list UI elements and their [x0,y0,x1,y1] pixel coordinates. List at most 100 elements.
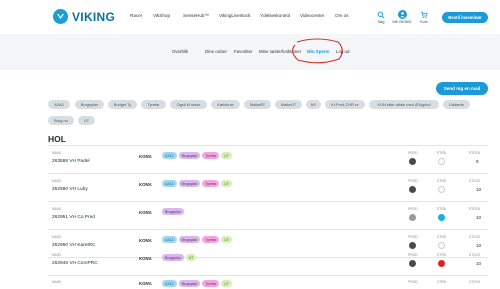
cart-button[interactable]: Kurv [414,10,434,24]
tag-blue: A2A2 [162,280,177,287]
filter-chip[interactable]: MalkeUT [275,100,302,109]
bull-name[interactable]: 262946 VH ComPRC [52,261,98,266]
tag-purple: Brugsplan [178,280,201,287]
tag-list: A2A2 Brugsplan Tyrefar UT [162,180,232,187]
tag-blue: A2A2 [162,180,177,187]
search-icon [377,10,386,19]
divider [48,275,488,276]
tag-purple: Brugsplan [162,208,184,215]
stock-value: 10 [476,215,482,220]
table-row[interactable]: NAVN 262951 VH Co.Pred KONV. Brugsplan P… [48,204,488,228]
mit-viking-button[interactable]: Mit VIKING [392,10,412,24]
tag-blue: A2A2 [162,236,177,243]
stra-status-dot [438,186,445,193]
filter-chip[interactable]: MalkeBT [244,100,271,109]
bull-name[interactable]: 263588 VH Padel [52,159,90,164]
stra-column-label: STRÅ [437,179,446,183]
name-column-label: NAVN [52,179,61,183]
stra-status-dot [438,214,445,221]
nav-item-vikinglivestock[interactable]: VikingLivestock [219,13,251,18]
subnav-favoritter[interactable]: Favoritter [234,49,253,54]
top-header: VIKING Racer VikShop SenseHub™ VikingLiv… [0,0,500,34]
name-column-label: NAVN [52,280,61,284]
tag-green: UT [185,254,197,261]
filter-chip[interactable]: Tyrefar [141,100,166,109]
table-row[interactable]: NAVN 263588 VH Padel KONV. A2A2 Brugsplan… [48,148,488,172]
tag-purple: Brugsplan [178,152,201,159]
filter-chip[interactable]: Kr.Prod-CHR-nr [325,100,365,109]
nav-item-vikshop[interactable]: VikShop [153,13,170,18]
divider [48,173,488,174]
tag-green: UT [221,180,232,187]
stock-column-label: STOCK [469,280,481,284]
konv-label: KONV. [139,256,153,261]
filter-chip[interactable]: Ogsö til rasse [170,100,207,109]
filter-chip[interactable]: Brug nu [48,116,74,125]
filter-chip[interactable]: KUN efter aftale med Ældgrind [369,100,439,109]
table-row[interactable]: NAVN KONV. A2A2 Brugsplan Tyrefar UT PROD S… [48,277,488,289]
logo-text: VIKING [72,9,116,24]
konv-label: KONV. [139,238,153,243]
stra-status-dot [438,260,445,267]
nav-item-racer[interactable]: Racer [130,13,142,18]
stock-value: 10 [476,243,482,248]
tag-list: Brugsplan UT [162,254,197,261]
stock-value: 10 [476,261,482,266]
filter-chip[interactable]: Budget Ty [108,100,137,109]
nav-item-om-os[interactable]: Om os [335,13,349,18]
bull-name[interactable]: 262960 VH KarelRC [52,243,95,248]
stock-column-label: STOCK [469,151,481,155]
subnav-overblik[interactable]: Overblik [172,49,188,54]
order-inseminator-button[interactable]: Bestil inseminør [442,12,488,23]
stock-value: 8 [476,159,479,164]
search-button[interactable]: Søg [371,10,391,24]
user-icon [397,10,407,19]
stra-column-label: STRÅ [437,151,446,155]
tag-blue: A2A2 [162,152,177,159]
filter-chip[interactable]: Uddæde [443,100,470,109]
tag-green: UT [221,280,232,287]
subnav-dine-ordrer[interactable]: Dine ordrer [205,49,227,54]
prod-status-dot [409,214,416,221]
nav-item-sensehub[interactable]: SenseHub™ [183,13,209,18]
filter-chip[interactable]: Brugsplan [75,100,104,109]
bull-name[interactable]: 262990 VH Luby [52,187,88,192]
filter-chip[interactable]: UT [78,116,95,125]
mit-viking-label: Mit VIKING [392,20,412,24]
stra-status-dot [438,158,445,165]
tag-pink: Tyrefar [202,152,220,159]
nav-item-videocenter[interactable]: Videocenter [300,13,324,18]
divider [48,229,488,230]
stock-column-label: STOCK [469,253,481,257]
divider [48,145,488,146]
filter-chip[interactable]: Kælekrav [211,100,240,109]
tag-list: A2A2 Brugsplan Tyrefar UT [162,280,232,287]
stra-column-label: STRÅ [437,253,446,257]
prod-column-label: PROD [408,207,418,211]
tag-green: UT [221,152,232,159]
prod-status-dot [409,260,416,267]
prod-status-dot [409,158,416,165]
filter-chip[interactable]: NY [306,100,321,109]
tag-pink: Tyrefar [202,280,220,287]
name-column-label: NAVN [52,207,61,211]
tag-purple: Brugsplan [178,236,201,243]
nav-item-ydelseskontrol[interactable]: Ydelseskontrol [260,13,290,18]
prod-column-label: PROD [408,235,418,239]
send-mail-button[interactable]: Send mg en mail [436,82,488,95]
table-row[interactable]: NAVN 262990 VH Luby KONV. A2A2 Brugsplan T… [48,176,488,200]
filter-chip[interactable]: A2A2 [48,100,70,109]
stra-column-label: STRÅ [437,235,446,239]
viking-logo[interactable]: VIKING [53,9,115,24]
stock-value: 10 [476,187,482,192]
name-column-label: NAVN [52,235,61,239]
konv-label: KONV. [139,281,153,286]
tag-purple: Brugsplan [178,180,201,187]
table-row[interactable]: NAVN 262946 VH ComPRC KONV. Brugsplan UT … [48,250,488,274]
tag-list: A2A2 Brugsplan Tyrefar UT [162,236,232,243]
prod-column-label: PROD [408,179,418,183]
name-column-label: NAVN [52,253,61,257]
tag-pink: Tyrefar [202,236,220,243]
bull-name[interactable]: 262951 VH Co.Pred [52,215,95,220]
stock-column-label: STOCK [469,235,481,239]
